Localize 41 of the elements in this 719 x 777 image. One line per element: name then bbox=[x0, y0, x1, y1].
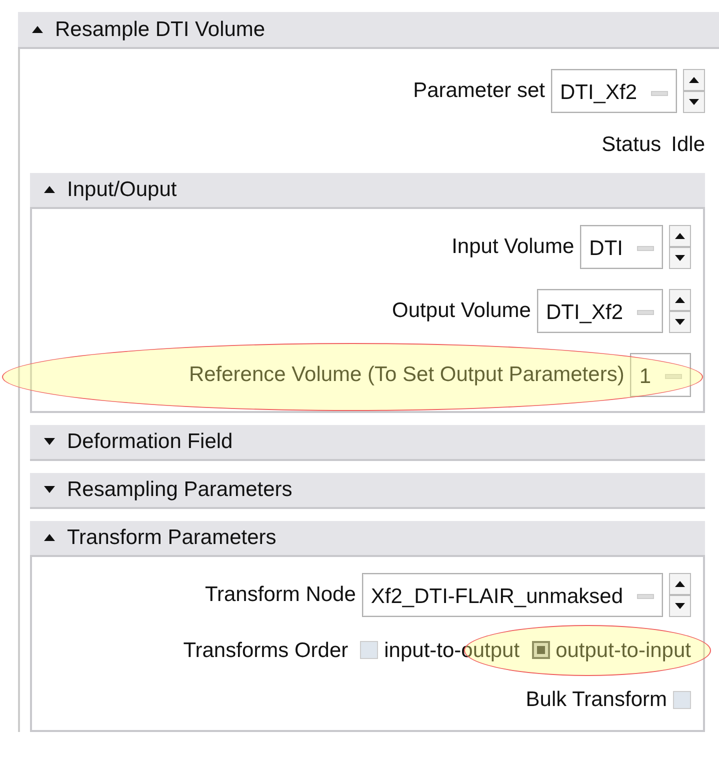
section-title: Deformation Field bbox=[67, 428, 233, 455]
dropdown-indicator-icon bbox=[637, 246, 654, 251]
section-header[interactable]: Resampling Parameters bbox=[30, 472, 705, 508]
dropdown-indicator-icon bbox=[637, 310, 654, 315]
section-title: Transform Parameters bbox=[67, 524, 276, 551]
dropdown-indicator-icon bbox=[651, 90, 668, 96]
spin-buttons[interactable] bbox=[669, 572, 691, 616]
section-header[interactable]: Transform Parameters bbox=[30, 520, 705, 556]
dropdown[interactable]: 1 bbox=[630, 352, 691, 396]
option-label: output-to-input bbox=[556, 638, 691, 664]
section-title: Resample DTI Volume bbox=[55, 16, 266, 43]
checkbox[interactable] bbox=[673, 690, 691, 709]
field-label: Transforms Order bbox=[183, 638, 348, 664]
field-label: Output Volume bbox=[392, 298, 531, 324]
dropdown[interactable]: DTI_Xf2 bbox=[550, 69, 677, 113]
dropdown[interactable]: DTI bbox=[580, 224, 663, 268]
section-title: Input/Ouput bbox=[67, 176, 177, 203]
collapse-arrow-icon[interactable] bbox=[44, 534, 55, 541]
section-header[interactable]: Deformation Field bbox=[30, 424, 705, 460]
collapse-arrow-icon[interactable] bbox=[32, 26, 43, 33]
field-label: Transform Node bbox=[204, 582, 356, 608]
spin-buttons[interactable] bbox=[669, 224, 691, 268]
dropdown-indicator-icon bbox=[665, 374, 682, 379]
dropdown-indicator-icon bbox=[637, 594, 654, 599]
field-label: Input Volume bbox=[452, 234, 574, 260]
field-label: Status bbox=[602, 132, 662, 158]
section-header[interactable]: Resample DTI Volume bbox=[18, 12, 719, 49]
dropdown[interactable]: Xf2_DTI-FLAIR_unmaksed bbox=[362, 572, 663, 616]
field-label: Bulk Transform bbox=[526, 687, 667, 713]
status-value: Idle bbox=[671, 132, 705, 158]
section-header[interactable]: Input/Ouput bbox=[30, 172, 705, 208]
section-title: Resampling Parameters bbox=[67, 476, 292, 503]
dropdown[interactable]: DTI_Xf2 bbox=[536, 288, 663, 332]
radio-box[interactable] bbox=[532, 641, 550, 660]
field-label: Reference Volume (To Set Output Parameters) bbox=[188, 362, 624, 388]
field-label: Parameter set bbox=[413, 78, 545, 104]
collapse-arrow-icon[interactable] bbox=[44, 186, 55, 193]
expand-arrow-icon[interactable] bbox=[44, 438, 55, 445]
expand-arrow-icon[interactable] bbox=[44, 486, 55, 493]
spin-buttons[interactable] bbox=[683, 69, 705, 113]
spin-buttons[interactable] bbox=[669, 288, 691, 332]
